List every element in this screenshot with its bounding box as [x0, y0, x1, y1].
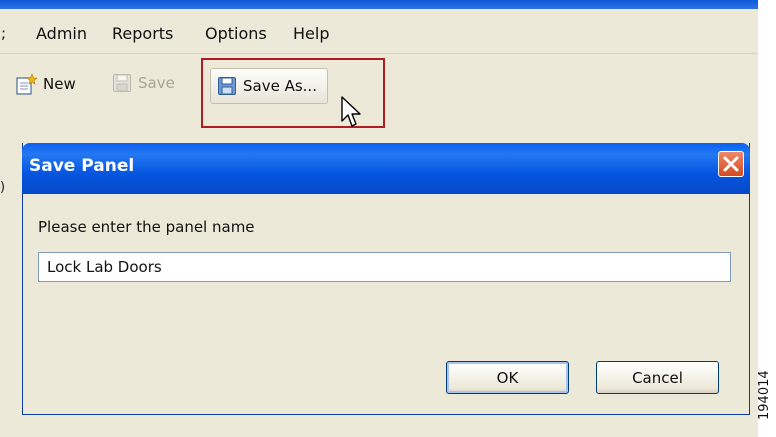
close-button[interactable]	[718, 151, 744, 177]
save-button[interactable]: Save	[112, 73, 175, 93]
save-button-label: Save	[138, 74, 175, 92]
figure-id: 194014	[757, 370, 772, 420]
save-panel-dialog: Save Panel Please enter the panel name O…	[22, 143, 750, 415]
menu-item-options[interactable]: Options	[205, 24, 267, 43]
floppy-disk-icon	[113, 74, 131, 92]
new-document-icon	[16, 73, 37, 95]
menu-item-fragment[interactable]: ;	[1, 24, 6, 42]
cancel-button[interactable]: Cancel	[596, 361, 719, 394]
menu-item-help[interactable]: Help	[293, 24, 329, 43]
panel-name-label: Please enter the panel name	[38, 218, 255, 236]
panel-name-input[interactable]	[38, 252, 731, 282]
menu-item-reports[interactable]: Reports	[112, 24, 173, 43]
dialog-titlebar[interactable]: Save Panel	[22, 143, 750, 194]
close-icon	[723, 156, 739, 172]
dialog-body: Please enter the panel name OK Cancel	[23, 194, 749, 414]
mouse-pointer-icon	[341, 96, 361, 127]
new-button-label: New	[43, 75, 76, 93]
application-window: ; Admin Reports Options Help New Save Sa…	[0, 0, 758, 437]
menu-bar: ; Admin Reports Options Help	[0, 9, 758, 54]
menu-item-admin[interactable]: Admin	[36, 24, 87, 43]
background-text-fragment: )	[0, 180, 6, 195]
new-button[interactable]: New	[15, 73, 76, 95]
window-title-strip	[0, 0, 758, 9]
dialog-title: Save Panel	[29, 156, 135, 176]
ok-button[interactable]: OK	[446, 361, 569, 394]
